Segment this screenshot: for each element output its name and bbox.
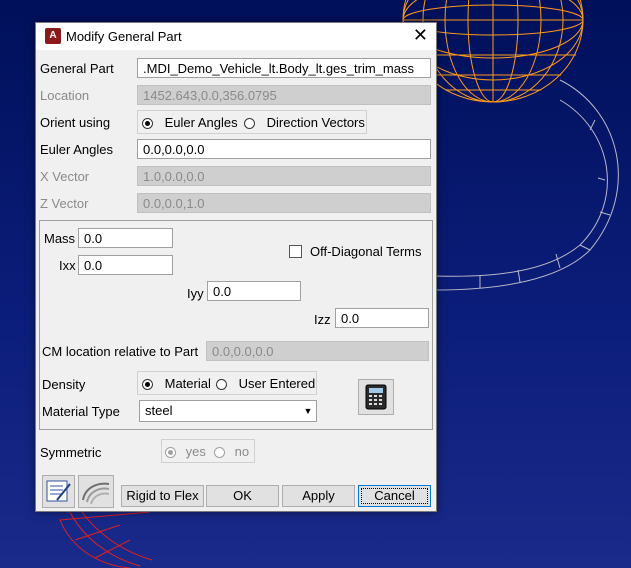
calculator-button[interactable] — [358, 379, 394, 415]
orient-option-direction-vectors[interactable]: Direction Vectors — [244, 115, 365, 130]
radio-user-entered-icon[interactable] — [216, 379, 227, 391]
iyy-field[interactable]: 0.0 — [207, 281, 301, 301]
ring-wireframe — [435, 79, 619, 291]
close-icon[interactable]: ✕ — [413, 25, 428, 46]
ok-button[interactable]: OK — [206, 485, 279, 507]
cancel-button[interactable]: Cancel — [358, 485, 431, 507]
symmetric-radio-group: yes no — [161, 439, 255, 463]
density-option-material[interactable]: Material — [142, 376, 211, 391]
location-field: 1452.643,0.0,356.0795 — [137, 85, 431, 105]
cm-location-field: 0.0,0.0,0.0 — [206, 341, 429, 361]
dialog-title: Modify General Part — [66, 29, 182, 44]
off-diagonal-label: Off-Diagonal Terms — [310, 244, 422, 259]
z-vector-field: 0.0,0.0,1.0 — [137, 193, 431, 213]
flex-shape-icon — [82, 482, 110, 505]
symmetric-option-yes: yes — [165, 444, 206, 459]
material-type-value: steel — [145, 403, 173, 418]
apply-button[interactable]: Apply — [282, 485, 355, 507]
modify-general-part-dialog: A Modify General Part ✕ General Part .MD… — [35, 22, 437, 512]
izz-label: Izz — [314, 312, 331, 327]
radio-material-selected-icon[interactable] — [142, 379, 153, 391]
flex-shape-button[interactable] — [78, 475, 114, 508]
material-type-label: Material Type — [42, 404, 120, 419]
orient-using-label: Orient using — [40, 115, 111, 130]
symmetric-label: Symmetric — [40, 445, 102, 460]
chevron-down-icon[interactable]: ▼ — [300, 401, 316, 421]
location-label: Location — [40, 88, 90, 103]
z-vector-label: Z Vector — [40, 196, 89, 211]
ixx-label: Ixx — [59, 258, 76, 273]
x-vector-label: X Vector — [40, 169, 90, 184]
radio-direction-vectors-icon[interactable] — [244, 118, 255, 130]
off-diagonal-checkbox[interactable] — [289, 245, 302, 258]
iyy-label: Iyy — [187, 286, 204, 301]
edit-table-icon — [46, 480, 71, 502]
red-wireframe — [59, 511, 153, 568]
radio-euler-selected-icon[interactable] — [142, 118, 153, 130]
cm-location-label: CM location relative to Part — [42, 344, 199, 359]
title-bar: A Modify General Part ✕ — [36, 23, 436, 50]
rigid-to-flex-button[interactable]: Rigid to Flex — [121, 485, 204, 507]
x-vector-field: 1.0,0.0,0.0 — [137, 166, 431, 186]
orient-option-euler[interactable]: Euler Angles — [142, 115, 238, 130]
density-radio-group: Material User Entered — [137, 371, 317, 395]
general-part-field[interactable]: .MDI_Demo_Vehicle_lt.Body_lt.ges_trim_ma… — [137, 58, 431, 78]
orient-radio-group: Euler Angles Direction Vectors — [137, 110, 367, 134]
general-part-label: General Part — [40, 61, 114, 76]
izz-field[interactable]: 0.0 — [335, 308, 429, 328]
ixx-field[interactable]: 0.0 — [78, 255, 173, 275]
radio-no-icon — [214, 447, 225, 459]
symmetric-option-no: no — [214, 444, 249, 459]
density-option-user-entered[interactable]: User Entered — [216, 376, 315, 391]
euler-angles-field[interactable]: 0.0,0.0,0.0 — [137, 139, 431, 159]
mass-field[interactable]: 0.0 — [78, 228, 173, 248]
mass-label: Mass — [44, 231, 76, 246]
calculator-icon — [365, 384, 387, 410]
material-type-select[interactable]: steel ▼ — [139, 400, 317, 422]
app-icon: A — [45, 28, 61, 44]
radio-yes-selected-icon — [165, 447, 176, 459]
edit-table-button[interactable] — [42, 475, 75, 508]
euler-angles-label: Euler Angles — [40, 142, 113, 157]
density-label: Density — [42, 377, 86, 392]
